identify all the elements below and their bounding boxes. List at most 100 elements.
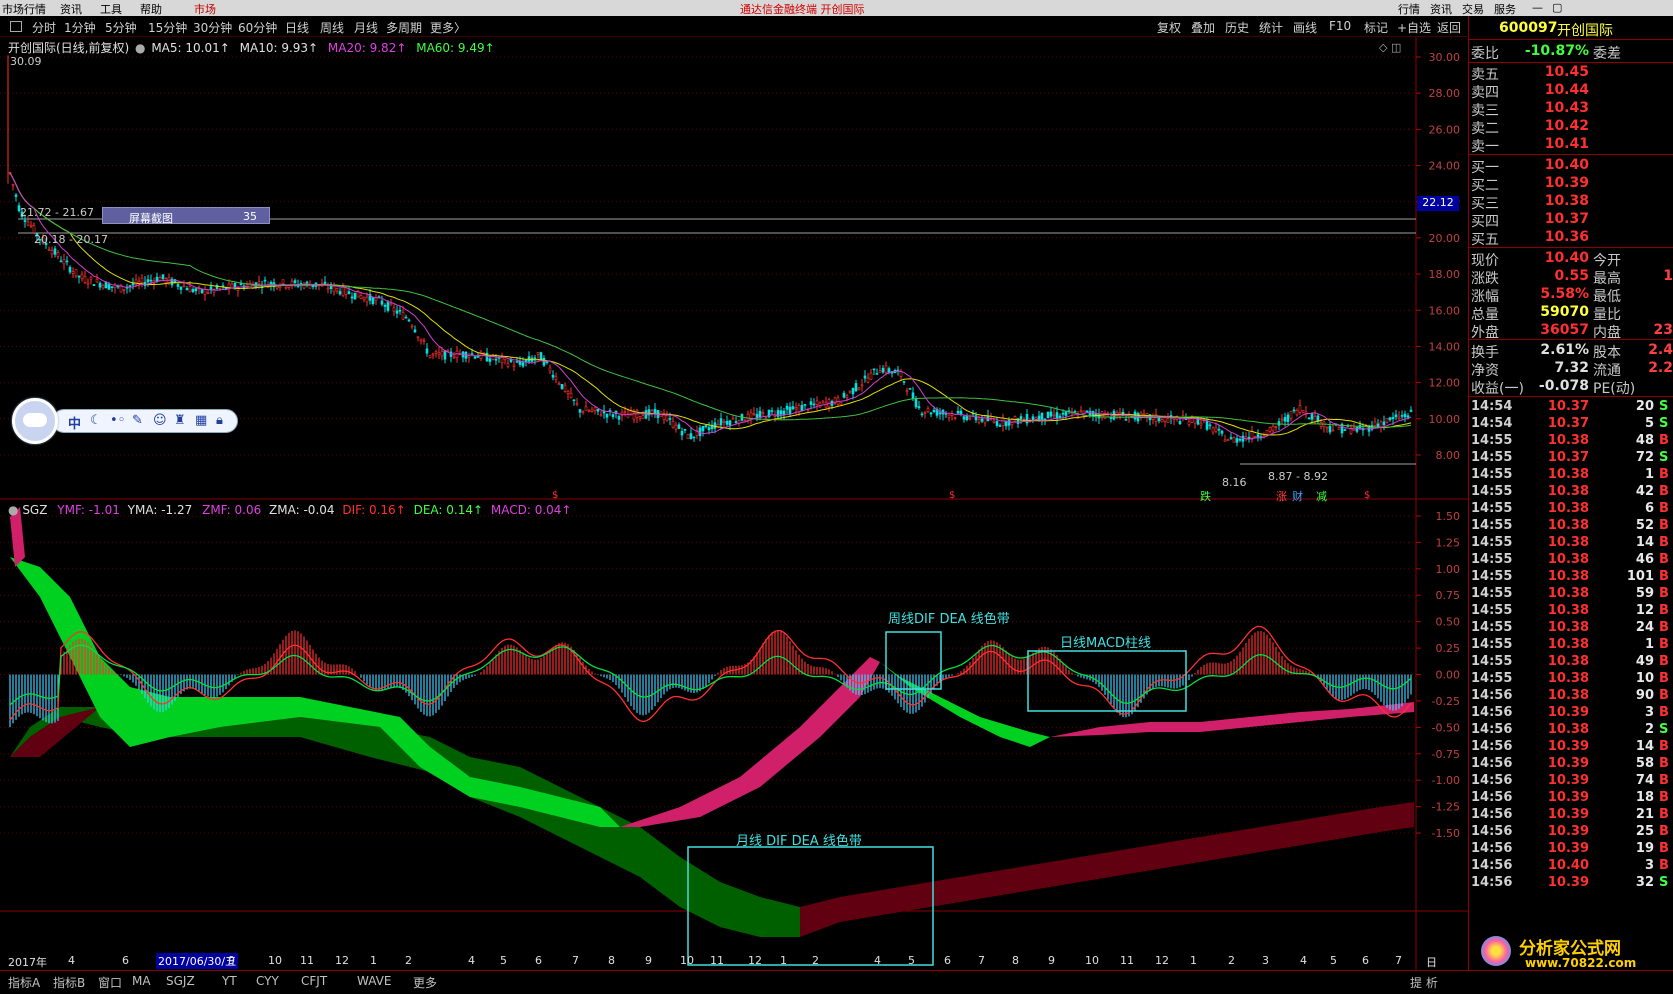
smile-icon[interactable]: ☺ <box>153 413 167 428</box>
bid-row[interactable]: 买三 10.38 <box>1469 193 1673 212</box>
event-finance[interactable]: 财 <box>1292 488 1303 504</box>
period-monthly[interactable]: 月线 <box>354 19 378 36</box>
candle-body <box>413 329 417 333</box>
period-60min[interactable]: 60分钟 <box>238 19 277 36</box>
period-daily[interactable]: 日线 <box>285 19 309 36</box>
menu-market-tab[interactable]: 市场 <box>194 1 216 16</box>
tick-price: 10.40 <box>1547 858 1589 873</box>
candle-body <box>11 184 15 186</box>
ask-row[interactable]: 卖二 10.42 <box>1469 118 1673 137</box>
candle-body <box>1373 421 1377 426</box>
menu-trade[interactable]: 交易 <box>1462 1 1484 16</box>
tool-back[interactable]: 返回 <box>1437 19 1461 36</box>
stat-label: 收益(一) <box>1471 381 1524 397</box>
range-label-1: 21.72 - 21.67 <box>20 206 94 219</box>
status-tab[interactable]: 窗口 <box>98 974 122 991</box>
period-intraday[interactable]: 分时 <box>32 19 56 36</box>
period-1min[interactable]: 1分钟 <box>64 19 96 36</box>
tick-row: 14:55 10.38 59 B <box>1469 586 1673 603</box>
tick-row: 14:56 10.38 90 B <box>1469 688 1673 705</box>
status-tab[interactable]: YT <box>222 974 237 988</box>
tool-add-favorite[interactable]: +自选 <box>1397 19 1431 36</box>
tool-draw[interactable]: 画线 <box>1293 19 1317 36</box>
stat-label-2: PE(动) <box>1593 381 1636 397</box>
candle-body <box>1232 437 1236 443</box>
expand-icon[interactable]: ◇ ◫ <box>1379 41 1401 54</box>
menu-service[interactable]: 服务 <box>1494 1 1516 16</box>
tool-mark[interactable]: 标记 <box>1364 19 1388 36</box>
candle-body <box>701 425 705 432</box>
moon-icon[interactable]: ☾ <box>90 413 102 428</box>
candle-body <box>1019 416 1023 419</box>
candle-body <box>1325 426 1329 429</box>
candle-body <box>929 412 933 415</box>
period-weekly[interactable]: 周线 <box>320 19 344 36</box>
ask-row[interactable]: 卖一 10.41 <box>1469 136 1673 155</box>
period-30min[interactable]: 30分钟 <box>193 19 232 36</box>
ask-row[interactable]: 卖五 10.45 <box>1469 64 1673 83</box>
indicator-settings-icon[interactable]: ● <box>8 503 18 517</box>
xaxis-tick: 8 <box>1012 954 1019 967</box>
status-tab[interactable]: WAVE <box>357 974 391 988</box>
wrench-icon[interactable]: ✎ <box>132 413 143 428</box>
bid-row[interactable]: 买二 10.39 <box>1469 175 1673 194</box>
candle-body <box>419 338 423 342</box>
candle-body <box>788 406 792 415</box>
candle-body <box>680 431 684 436</box>
menu-market[interactable]: 市场行情 <box>2 1 46 16</box>
tool-f10[interactable]: F10 <box>1329 19 1351 33</box>
period-5min[interactable]: 5分钟 <box>105 19 137 36</box>
bid-row[interactable]: 买一 10.40 <box>1469 157 1673 176</box>
stat-value: 36057 <box>1540 322 1589 338</box>
menu-tools[interactable]: 工具 <box>100 1 122 16</box>
tool-history[interactable]: 历史 <box>1225 19 1249 36</box>
menu-news[interactable]: 资讯 <box>60 1 82 16</box>
event-reduce[interactable]: 减 <box>1316 488 1327 504</box>
tool-stats[interactable]: 统计 <box>1259 19 1283 36</box>
assistant-avatar[interactable] <box>12 398 58 444</box>
indicator-name[interactable]: SGZ <box>22 503 47 517</box>
shirt-icon[interactable]: ♜ <box>174 413 186 428</box>
settings-circle-icon[interactable]: ● <box>135 41 145 55</box>
tick-volume: 25 <box>1635 824 1654 839</box>
status-tab[interactable]: CYY <box>256 974 279 988</box>
status-tab[interactable]: MA <box>132 974 151 988</box>
menu-quote[interactable]: 行情 <box>1398 1 1420 16</box>
status-tab[interactable]: CFJT <box>301 974 327 988</box>
period-15min[interactable]: 15分钟 <box>148 19 187 36</box>
period-more[interactable]: 更多〉 <box>430 19 466 36</box>
tool-overlay[interactable]: 叠加 <box>1191 19 1215 36</box>
status-tab[interactable]: 指标A <box>8 974 40 991</box>
dots-icon[interactable]: •◦ <box>110 413 125 428</box>
bid-price: 10.37 <box>1544 211 1589 227</box>
minimize-icon[interactable]: — <box>1532 1 1543 14</box>
ask-row[interactable]: 卖四 10.44 <box>1469 82 1673 101</box>
event-fall[interactable]: 跌 <box>1200 488 1211 504</box>
lang-toggle[interactable]: 中 <box>68 413 81 432</box>
candle-body <box>995 421 999 426</box>
period-multi[interactable]: 多周期 <box>386 19 422 36</box>
screenshot-text: 屏幕截图 <box>129 212 173 225</box>
menu-info[interactable]: 资讯 <box>1430 1 1452 16</box>
status-tab[interactable]: SGJZ <box>166 974 195 988</box>
tool-restore-right[interactable]: 复权 <box>1157 19 1181 36</box>
restore-icon[interactable]: ▢ <box>1552 1 1562 14</box>
tick-price: 10.39 <box>1547 790 1589 805</box>
menu-help[interactable]: 帮助 <box>140 1 162 16</box>
ask-row[interactable]: 卖三 10.43 <box>1469 100 1673 119</box>
event-rise[interactable]: 涨 <box>1276 488 1287 504</box>
status-tab[interactable]: 指标B <box>53 974 85 991</box>
screenshot-tooltip[interactable]: 屏幕截图 35 <box>102 207 270 225</box>
bid-row[interactable]: 买四 10.37 <box>1469 211 1673 230</box>
panel-toggle-icon[interactable] <box>10 21 22 32</box>
grid-icon[interactable]: ▦ <box>195 413 207 428</box>
bid-row[interactable]: 买五 10.36 <box>1469 229 1673 248</box>
candle-body <box>782 410 786 415</box>
lock-icon[interactable]: 🔒︎ <box>216 413 223 428</box>
indicator-legend: ● SGZ YMF: -1.01 YMA: -1.27 ZMF: 0.06 ZM… <box>8 503 571 517</box>
quote-panel: 600097 开创国际 委比 -10.87% 委差 卖五 10.45 卖四 10.44… <box>1468 16 1673 970</box>
status-tab[interactable]: 更多 <box>413 974 437 991</box>
tick-time: 14:56 <box>1471 705 1513 720</box>
xaxis-tick: 2 <box>812 954 819 967</box>
tick-direction: B <box>1659 756 1669 771</box>
